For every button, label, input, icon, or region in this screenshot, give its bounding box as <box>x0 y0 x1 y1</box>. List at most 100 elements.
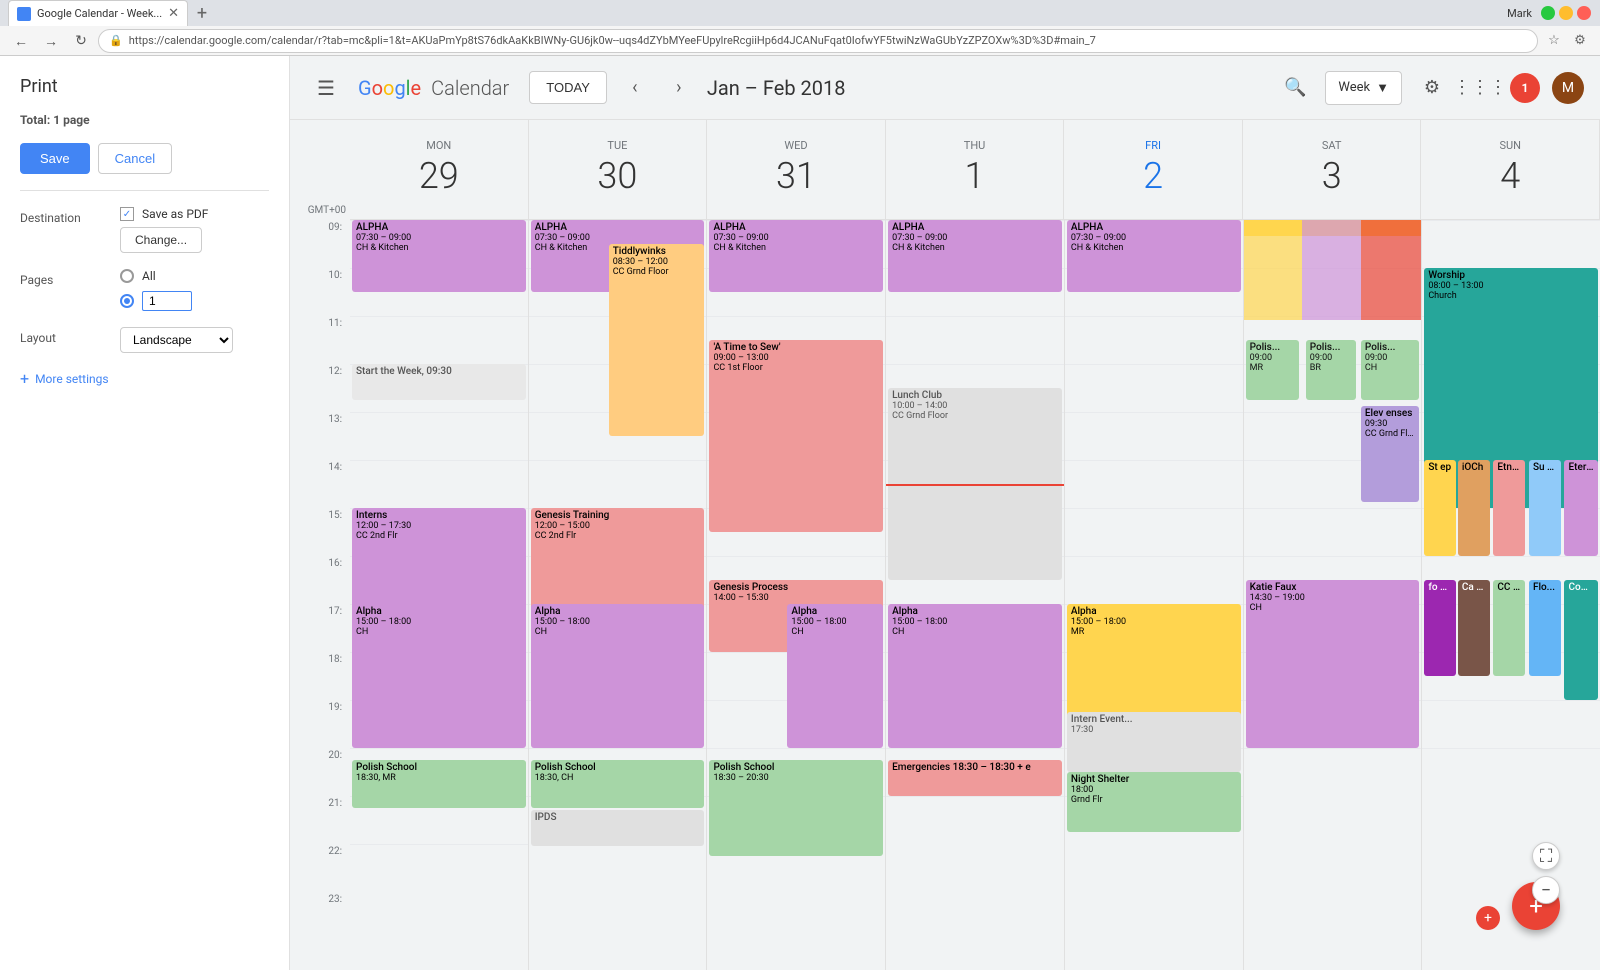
address-bar[interactable]: 🔒 https://calendar.google.com/calendar/r… <box>98 29 1538 53</box>
event-time: 09:30 <box>1365 419 1415 429</box>
change-button[interactable]: Change... <box>120 227 202 253</box>
event-sun-3[interactable]: Etni da <box>1493 460 1525 556</box>
custom-radio[interactable] <box>120 294 134 308</box>
event-sun-8[interactable]: CC 1st <box>1493 580 1525 676</box>
day-num-mon[interactable]: 29 <box>415 152 463 200</box>
event-sun-6[interactable]: fo chy /you thw ork <box>1424 580 1456 676</box>
day-num-tue[interactable]: 30 <box>593 152 641 200</box>
reload-button[interactable]: ↻ <box>68 28 94 54</box>
maximize-button[interactable] <box>1559 6 1573 20</box>
event-fri-alpha[interactable]: ALPHA 07:30 – 09:00 CH & Kitchen <box>1067 220 1241 292</box>
expand-fab[interactable]: + <box>1476 906 1500 930</box>
event-thu-emerg[interactable]: Emergencies 18:30 – 18:30 + e <box>888 760 1062 796</box>
event-tue-polish[interactable]: Polish School 18:30, CH <box>531 760 705 808</box>
search-button[interactable]: 🔍 <box>1277 70 1313 106</box>
event-title: Emergencies 18:30 – 18:30 + e <box>892 762 1058 773</box>
event-loc: CC Grnd Floor <box>613 267 701 277</box>
extension-icon[interactable]: ⚙ <box>1568 29 1592 53</box>
day-num-sun[interactable]: 4 <box>1486 152 1534 200</box>
page-number-input[interactable] <box>142 291 192 311</box>
event-mon-alpha2[interactable]: Alpha 15:00 – 18:00 CH <box>352 604 526 748</box>
tab-close-button[interactable]: ✕ <box>168 6 179 21</box>
event-wed-polish[interactable]: Polish School 18:30 – 20:30 <box>709 760 883 856</box>
event-thu-alpha2[interactable]: Alpha 15:00 – 18:00 CH <box>888 604 1062 748</box>
event-title: Su Cr <box>1533 462 1557 473</box>
event-sun-4[interactable]: Su Cr <box>1529 460 1561 556</box>
browser-chrome: Google Calendar - Week... ✕ + Mark ← → ↻… <box>0 0 1600 56</box>
event-thu-alpha[interactable]: ALPHA 07:30 – 09:00 CH & Kitchen <box>888 220 1062 292</box>
event-sun-2[interactable]: iOCh <box>1458 460 1490 556</box>
day-col-wed: ALPHA 07:30 – 09:00 CH & Kitchen 'A Time… <box>707 220 886 970</box>
more-settings-button[interactable]: + More settings <box>20 369 269 388</box>
event-sun-5[interactable]: Etern ity <box>1564 460 1598 556</box>
view-dropdown-arrow: ▼ <box>1376 80 1389 96</box>
notification-badge[interactable]: 1 <box>1510 73 1540 103</box>
event-sun-1[interactable]: St ep <box>1424 460 1456 556</box>
cancel-button[interactable]: Cancel <box>98 143 172 174</box>
new-tab-button[interactable]: + <box>188 0 216 26</box>
event-loc: CH <box>535 627 701 637</box>
all-pages-row: All <box>120 269 269 283</box>
hour-line <box>886 748 1064 749</box>
event-sat-polish2[interactable]: Polis... 09:00 BR <box>1306 340 1356 400</box>
event-title: Start the Week, 09:30 <box>356 366 522 377</box>
event-title: ALPHA <box>892 222 1058 233</box>
save-button[interactable]: Save <box>20 143 90 174</box>
layout-select[interactable]: Landscape Portrait <box>120 327 233 353</box>
close-button[interactable] <box>1577 6 1591 20</box>
day-name-sun: SUN <box>1500 139 1522 152</box>
day-num-wed[interactable]: 31 <box>772 152 820 200</box>
event-sat-katie[interactable]: Katie Faux 14:30 – 19:00 CH <box>1246 580 1420 748</box>
event-sun-10[interactable]: Com... <box>1564 580 1598 700</box>
event-sat-elev[interactable]: Elev enses 09:30 CC Grnd Floor <box>1361 406 1419 502</box>
event-wed-sew[interactable]: 'A Time to Sew' 09:00 – 13:00 CC 1st Flo… <box>709 340 883 532</box>
event-sat-polish1[interactable]: Polis... 09:00 MR <box>1246 340 1299 400</box>
event-title: Alpha <box>892 606 1058 617</box>
event-sun-7[interactable]: Ca Hall <box>1458 580 1490 676</box>
all-radio[interactable] <box>120 269 134 283</box>
hour-line <box>1422 748 1600 749</box>
day-num-thu[interactable]: 1 <box>951 152 999 200</box>
destination-row: Destination Save as PDF Change... <box>20 207 269 253</box>
logo-o2: o <box>383 76 394 100</box>
event-sat-polish3[interactable]: Polis... 09:00 CH <box>1361 340 1419 400</box>
save-as-pdf-checkbox[interactable] <box>120 207 134 221</box>
event-wed-alpha[interactable]: ALPHA 07:30 – 09:00 CH & Kitchen <box>709 220 883 292</box>
fullscreen-button[interactable]: ⛶ <box>1532 842 1560 870</box>
event-mon-start[interactable]: Start the Week, 09:30 <box>352 364 526 400</box>
forward-button[interactable]: → <box>38 28 64 54</box>
event-fri-intern[interactable]: Intern Event... 17:30 <box>1067 712 1241 772</box>
active-tab[interactable]: Google Calendar - Week... ✕ <box>8 0 188 26</box>
day-num-fri[interactable]: 2 <box>1129 152 1177 200</box>
event-title: Polish School <box>356 762 522 773</box>
hour-line <box>1065 508 1243 509</box>
print-panel: Print Total: 1 page Save Cancel Destinat… <box>0 56 290 970</box>
event-mon-polish[interactable]: Polish School 18:30, MR <box>352 760 526 808</box>
prev-week-button[interactable]: ‹ <box>619 72 651 104</box>
user-avatar[interactable]: M <box>1552 72 1584 104</box>
settings-button[interactable]: ⚙ <box>1414 70 1450 106</box>
event-tue-tiddly[interactable]: Tiddlywinks 08:30 – 12:00 CC Grnd Floor <box>609 244 705 436</box>
event-time: 09:00 <box>1365 353 1415 363</box>
event-tue-alpha2[interactable]: Alpha 15:00 – 18:00 CH <box>531 604 705 748</box>
layout-label: Layout <box>20 327 110 345</box>
menu-icon[interactable]: ☰ <box>306 68 346 108</box>
zoom-out-button[interactable]: − <box>1532 876 1560 904</box>
event-tue-ipds[interactable]: IPDS <box>531 810 705 846</box>
minimize-button[interactable] <box>1541 6 1555 20</box>
back-button[interactable]: ← <box>8 28 34 54</box>
google-apps-button[interactable]: ⋮⋮⋮ <box>1462 70 1498 106</box>
event-sun-9[interactable]: Flo... <box>1529 580 1561 676</box>
event-fri-night[interactable]: Night Shelter 18:00 Grnd Flr <box>1067 772 1241 832</box>
bookmark-icon[interactable]: ☆ <box>1542 29 1566 53</box>
time-label-13: 13: <box>290 412 350 460</box>
next-week-button[interactable]: › <box>663 72 695 104</box>
tab-favicon <box>17 7 31 21</box>
day-num-sat[interactable]: 3 <box>1308 152 1356 200</box>
time-label-17: 17: <box>290 604 350 652</box>
view-selector[interactable]: Week ▼ <box>1325 71 1402 105</box>
event-wed-alpha2[interactable]: Alpha 15:00 – 18:00 CH <box>787 604 883 748</box>
event-mon-alpha[interactable]: ALPHA 07:30 – 09:00 CH & Kitchen <box>352 220 526 292</box>
today-button[interactable]: TODAY <box>529 71 607 104</box>
event-time: 18:30, MR <box>356 773 522 783</box>
